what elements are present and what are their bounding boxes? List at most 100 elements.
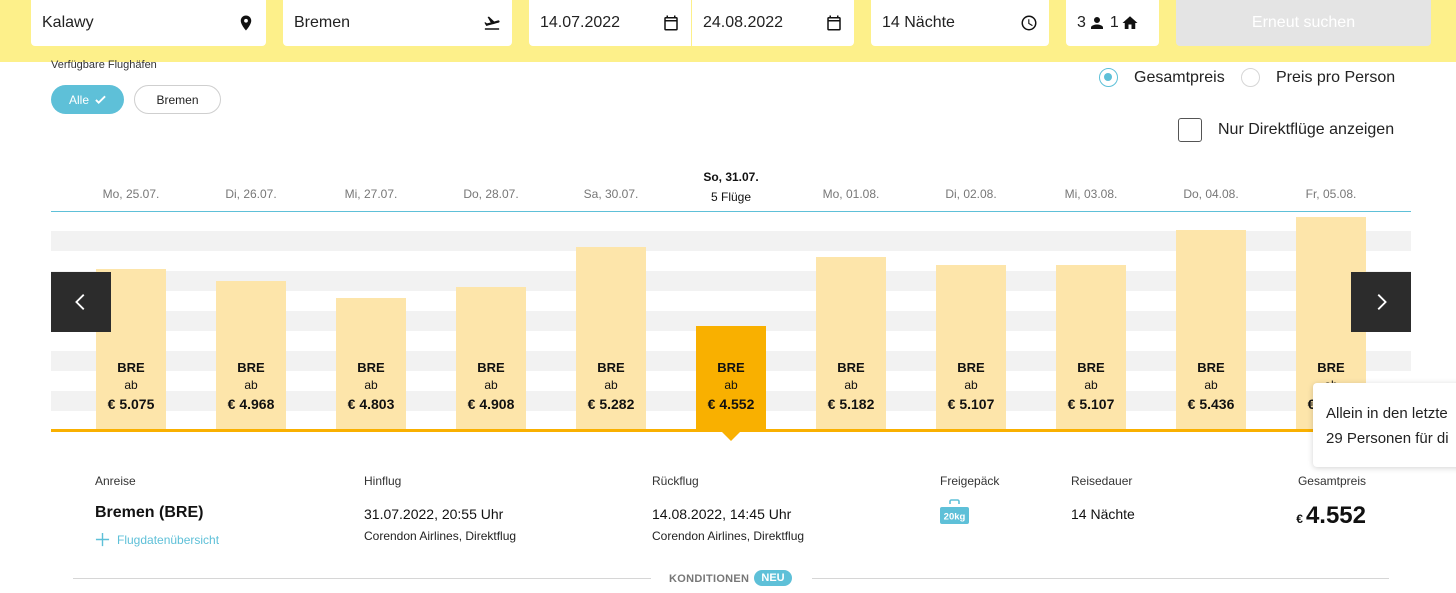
day-label-flights: 5 Flüge <box>710 190 752 204</box>
departure-airport-value: Bremen <box>294 14 351 31</box>
bar-from-label: ab <box>364 378 378 392</box>
bar-from-label: ab <box>964 378 978 392</box>
conditions-toggle[interactable]: KONDITIONEN <box>669 573 749 585</box>
tooltip-line: Allein in den letzte <box>1326 405 1448 422</box>
plus-icon <box>95 532 110 547</box>
day-label[interactable]: Do, 04.08. <box>1151 187 1271 201</box>
direct-flights-checkbox[interactable]: Nur Direktflüge anzeigen <box>1178 118 1394 142</box>
chevron-right-icon <box>1377 294 1387 310</box>
bar-airport-code: BRE <box>597 360 625 375</box>
new-badge: NEU <box>754 570 792 586</box>
direct-flights-label: Nur Direktflüge anzeigen <box>1218 121 1395 138</box>
day-label[interactable]: Di, 26.07. <box>191 187 311 201</box>
bar-from-label: ab <box>244 378 258 392</box>
duration-value: 14 Nächte <box>882 14 955 31</box>
popularity-tooltip: Allein in den letzte 29 Personen für di <box>1313 383 1456 467</box>
bar-airport-code: BRE <box>1197 360 1225 375</box>
bar-price-label: € 4.552 <box>707 396 755 412</box>
travellers-field[interactable]: 3 1 <box>1066 0 1159 46</box>
previous-days-button[interactable] <box>51 272 111 332</box>
calendar-icon <box>827 15 841 31</box>
checkmark-icon <box>95 95 106 105</box>
travel-duration: 14 Nächte <box>1071 506 1135 522</box>
date-to-value: 24.08.2022 <box>703 14 784 31</box>
day-label[interactable]: Mi, 03.08. <box>1031 187 1151 201</box>
calendar-icon <box>664 15 678 31</box>
bar-airport-code: BRE <box>1077 360 1105 375</box>
bar-price-label: € 5.282 <box>587 396 635 412</box>
day-label-date: So, 31.07. <box>703 170 759 184</box>
arrival-city: Bremen (BRE) <box>95 504 204 521</box>
bar-price-label: € 4.803 <box>347 396 395 412</box>
total-currency: € <box>1296 512 1303 526</box>
outbound-datetime: 31.07.2022, 20:55 Uhr <box>364 506 504 522</box>
duration-field[interactable]: 14 Nächte <box>871 0 1049 46</box>
radio-selected-icon <box>1099 68 1118 87</box>
day-label[interactable]: Di, 02.08. <box>911 187 1031 201</box>
bar-price-label: € 5.436 <box>1187 396 1235 412</box>
rooms-count: 1 <box>1109 14 1119 31</box>
bar-price-label: € 5.075 <box>107 396 155 412</box>
divider <box>73 578 651 579</box>
destination-field[interactable]: Kalawy <box>31 0 266 46</box>
total-price-label: Gesamtpreis <box>1134 68 1225 86</box>
bar-from-label: ab <box>1204 378 1218 392</box>
chevron-left-icon <box>75 294 85 310</box>
baggage-weight: 20kg <box>944 512 966 523</box>
bar-from-label: ab <box>1084 378 1098 392</box>
search-again-button[interactable]: Erneut suchen <box>1176 0 1431 46</box>
next-days-button[interactable] <box>1351 272 1411 332</box>
person-icon <box>1090 17 1103 29</box>
outbound-carrier: Corendon Airlines, Direktflug <box>364 529 517 543</box>
date-to-field[interactable]: 24.08.2022 <box>692 0 854 46</box>
search-bar: Kalawy Bremen 14.07.2022 24.08.2022 14 N… <box>0 0 1456 62</box>
bar-airport-code: BRE <box>1317 360 1345 375</box>
bar-from-label: ab <box>724 378 738 392</box>
tooltip-line: 29 Personen für di <box>1326 430 1449 447</box>
bar-airport-code: BRE <box>957 360 985 375</box>
return-datetime: 14.08.2022, 14:45 Uhr <box>652 506 792 522</box>
day-label[interactable]: So, 31.07. 5 Flüge <box>671 167 791 207</box>
bar-price-label: € 4.968 <box>227 396 275 412</box>
total-amount: 4.552 <box>1305 502 1366 529</box>
bar-airport-code: BRE <box>357 360 385 375</box>
flight-data-overview-label: Flugdatenübersicht <box>117 532 220 547</box>
day-label[interactable]: Mi, 27.07. <box>311 187 431 201</box>
clock-icon <box>1021 15 1037 31</box>
airport-chip-label: Alle <box>68 92 89 107</box>
airport-chip-bremen[interactable]: Bremen <box>134 85 221 114</box>
bar-airport-code: BRE <box>837 360 865 375</box>
airport-filter-label: Verfügbare Flughäfen <box>51 59 157 71</box>
selected-day-pointer <box>721 431 741 441</box>
bar-airport-code: BRE <box>117 360 145 375</box>
suitcase-icon: 20kg <box>940 499 969 524</box>
total-price-header: Gesamtpreis <box>1297 474 1366 488</box>
bar-price-label: € 4.908 <box>467 396 515 412</box>
flight-data-overview-link[interactable]: Flugdatenübersicht <box>95 532 219 547</box>
bar-from-label: ab <box>844 378 858 392</box>
departure-airport-field[interactable]: Bremen <box>283 0 512 46</box>
day-label[interactable]: Fr, 05.08. <box>1271 187 1391 201</box>
baggage-header: Freigepäck <box>940 474 1000 488</box>
duration-header: Reisedauer <box>1071 474 1133 488</box>
day-label[interactable]: Mo, 01.08. <box>791 187 911 201</box>
checkbox-box <box>1178 118 1202 142</box>
total-price-radio[interactable]: Gesamtpreis <box>1099 68 1225 87</box>
day-label[interactable]: Mo, 25.07. <box>71 187 191 201</box>
return-carrier: Corendon Airlines, Direktflug <box>652 529 805 543</box>
date-from-value: 14.07.2022 <box>540 14 621 31</box>
price-per-person-radio[interactable]: Preis pro Person <box>1241 68 1395 87</box>
bar-airport-code: BRE <box>477 360 505 375</box>
day-label[interactable]: Do, 28.07. <box>431 187 551 201</box>
return-header: Rückflug <box>652 474 699 488</box>
destination-value: Kalawy <box>42 14 94 31</box>
persons-count: 3 <box>1077 14 1086 31</box>
day-label[interactable]: Sa, 30.07. <box>551 187 671 201</box>
arrival-header: Anreise <box>95 474 136 488</box>
price-per-person-label: Preis pro Person <box>1276 68 1396 86</box>
date-from-field[interactable]: 14.07.2022 <box>529 0 691 46</box>
divider <box>812 578 1389 579</box>
bar-airport-code: BRE <box>717 360 745 375</box>
airport-chip-all[interactable]: Alle <box>51 85 124 114</box>
home-icon <box>1122 16 1138 29</box>
